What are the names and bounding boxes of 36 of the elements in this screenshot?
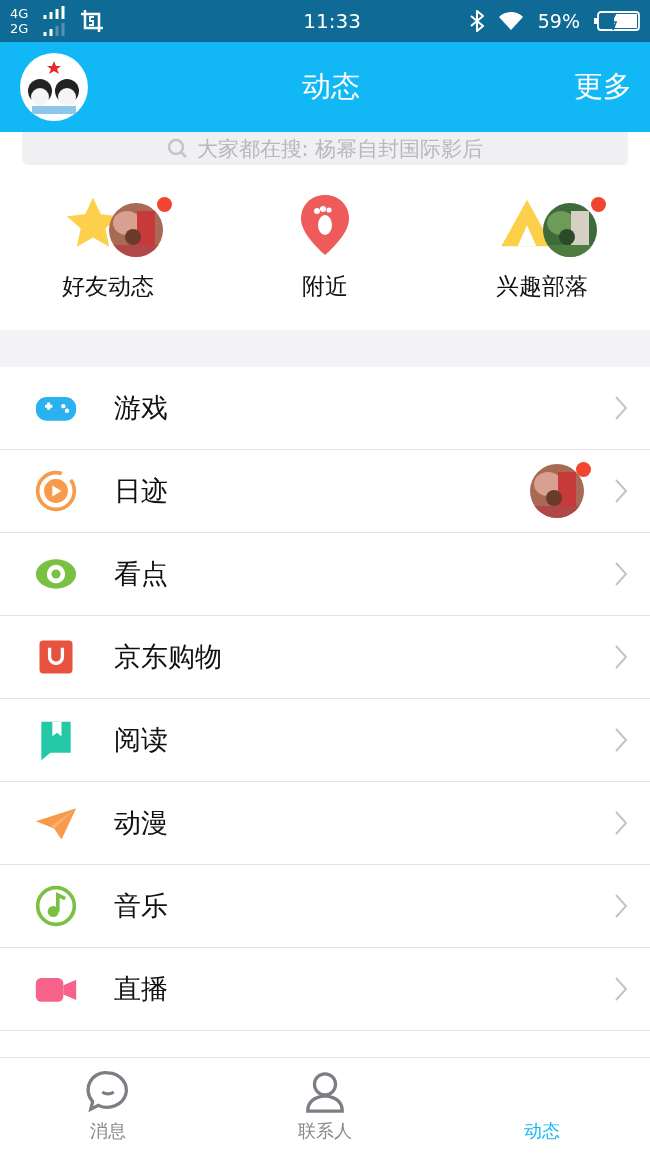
chevron-right-icon (614, 395, 628, 421)
menu-row[interactable]: 音乐 (0, 865, 650, 948)
status-time: 11:33 (303, 9, 361, 33)
chevron-right-icon (614, 644, 628, 670)
wifi-icon (497, 11, 524, 31)
menu-row[interactable]: 看点 (0, 533, 650, 616)
menu-row[interactable]: 直播 (0, 948, 650, 1031)
menu-row[interactable]: 京东购物 (0, 616, 650, 699)
footprint-pin-icon (301, 195, 349, 255)
shortcut-label[interactable]: 附近 (302, 271, 348, 302)
chevron-right-icon (614, 478, 628, 504)
network-label: 4G (10, 6, 29, 21)
chevron-right-icon (614, 976, 628, 1002)
chevron-right-icon (614, 561, 628, 587)
avatar-drawing[interactable] (20, 53, 88, 121)
battery-icon (594, 11, 640, 31)
bluetooth-icon (469, 10, 484, 32)
menu-row[interactable]: 动漫 (0, 782, 650, 865)
signal-icon (42, 5, 67, 37)
tab[interactable]: 消息 (0, 1058, 217, 1155)
chevron-right-icon (614, 727, 628, 753)
screenshot-icon (80, 9, 105, 33)
music-note-icon (34, 884, 78, 928)
chevron-right-icon (614, 810, 628, 836)
menu-row[interactable]: 阅读 (0, 699, 650, 782)
menu-row[interactable]: 游戏 (0, 367, 650, 450)
tab[interactable]: 联系人 (216, 1058, 434, 1155)
menu-row[interactable]: 日迹 (0, 450, 650, 533)
chevron-right-icon (614, 893, 628, 919)
shortcut-label[interactable]: 兴趣部落 (495, 271, 588, 302)
play-icon (34, 469, 78, 513)
network-label: 2G (10, 21, 29, 36)
search-icon (166, 137, 189, 160)
page-title: 动态 (301, 68, 361, 105)
shortcut-label[interactable]: 好友动态 (62, 271, 155, 302)
battery-percent: 59% (537, 10, 580, 32)
